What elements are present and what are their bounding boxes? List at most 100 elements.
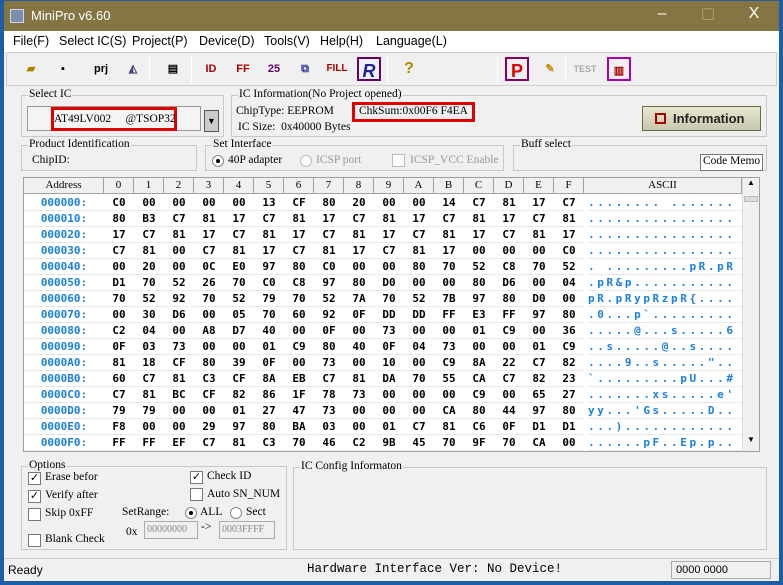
information-button[interactable]: Information	[642, 106, 761, 131]
fill-button[interactable]: FILL	[325, 57, 349, 81]
hex-byte-cell: 81	[494, 195, 524, 211]
ascii-cell: .....@...s.....6	[588, 323, 742, 339]
hex-byte-cell: 17	[464, 227, 494, 243]
blank-check-checkbox[interactable]	[28, 534, 41, 547]
status-counter: 0000 0000	[671, 561, 771, 579]
hex-byte-cell: 17	[374, 227, 404, 243]
open-project-button[interactable]: prj	[89, 57, 113, 81]
ic-dropdown-button[interactable]: ▼	[204, 110, 219, 132]
erase-checkbox[interactable]: ✓	[28, 472, 41, 485]
range-end-input[interactable]: 0003FFFF	[219, 521, 275, 539]
blank-check-button[interactable]: FF	[231, 57, 255, 81]
hex-byte-cell: B3	[134, 211, 164, 227]
row-address: 0000E0:	[24, 419, 104, 435]
hex-byte-cell: C9	[284, 339, 314, 355]
hex-byte-cell: 00	[284, 355, 314, 371]
hex-byte-cell: C9	[464, 387, 494, 403]
scroll-thumb[interactable]	[744, 196, 758, 202]
chip-type: ChipType: EEPROM	[236, 105, 334, 117]
save-icon[interactable]: ▪	[51, 57, 75, 81]
hex-byte-cell: 00	[224, 195, 254, 211]
ic-name-field[interactable]: AT49LV002 @TSOP32	[27, 106, 201, 131]
checksum: ChkSum:0x00F6 F4EA	[352, 102, 475, 122]
adapter-radio[interactable]	[212, 155, 224, 167]
edit-icon[interactable]: ✎	[538, 57, 562, 81]
hex-byte-cell: C7	[494, 371, 524, 387]
verify-checkbox[interactable]: ✓	[28, 490, 41, 503]
open-icon[interactable]: ▰	[19, 57, 43, 81]
hex-byte-cell: 17	[344, 243, 374, 259]
icsp-label: ICSP port	[316, 154, 362, 166]
title-bar: MiniPro v6.60 – ☐ X	[4, 1, 779, 31]
hex-byte-cell: 00	[194, 403, 224, 419]
menu-language[interactable]: Language(L)	[376, 34, 447, 48]
set-interface-legend: Set Interface	[212, 138, 273, 150]
hex-byte-cell: 52	[464, 259, 494, 275]
auto-sn-checkbox[interactable]	[190, 488, 203, 501]
hex-byte-cell: C7	[224, 227, 254, 243]
program-icon[interactable]: ⧉	[293, 57, 317, 81]
hex-byte-cell: 17	[284, 227, 314, 243]
scroll-up-icon[interactable]: ▲	[743, 178, 759, 194]
production-button[interactable]: P	[505, 57, 529, 81]
hex-byte-cell: 73	[314, 403, 344, 419]
menu-tools[interactable]: Tools(V)	[264, 34, 310, 48]
menu-select-ic[interactable]: Select IC(S)	[59, 34, 126, 48]
hex-byte-cell: 82	[554, 355, 584, 371]
hex-byte-cell: C7	[464, 195, 494, 211]
minimize-button[interactable]: –	[642, 5, 682, 27]
hex-byte-cell: 81	[374, 211, 404, 227]
hex-grid[interactable]: ▲ ▼ Address 0 1 2 3 4 5 6 7 8 9 A B C D E F ASCII 000000: C…	[23, 177, 760, 452]
hex-byte-cell: C7	[164, 211, 194, 227]
hex-byte-cell: CF	[284, 195, 314, 211]
check-id-checkbox[interactable]: ✓	[190, 471, 203, 484]
row-address: 000080:	[24, 323, 104, 339]
close-button[interactable]: X	[734, 5, 774, 27]
menu-file[interactable]: File(F)	[13, 34, 49, 48]
menu-project[interactable]: Project(P)	[132, 34, 188, 48]
help-button[interactable]: ?	[397, 57, 421, 81]
range-sect-radio[interactable]	[230, 507, 242, 519]
hex-byte-cell: 70	[494, 435, 524, 451]
buffer-icon[interactable]: ▤	[161, 57, 185, 81]
hex-byte-cell: 00	[344, 259, 374, 275]
hex-byte-cell: C7	[134, 371, 164, 387]
icsp-radio[interactable]	[300, 155, 312, 167]
range-start-input[interactable]: 00000000	[144, 521, 198, 539]
icsp-vcc-label: ICSP_VCC Enable	[410, 154, 499, 166]
code-memo-tab[interactable]: Code Memo	[700, 154, 764, 171]
hex-byte-cell: 00	[344, 323, 374, 339]
vertical-scrollbar[interactable]: ▲ ▼	[742, 178, 759, 451]
hex-byte-cell: 79	[254, 291, 284, 307]
ascii-cell: `.........pU...#	[588, 371, 742, 387]
hex-byte-cell: D7	[224, 323, 254, 339]
menu-device[interactable]: Device(D)	[199, 34, 255, 48]
hex-byte-cell: CF	[194, 387, 224, 403]
hex-byte-cell: 97	[224, 419, 254, 435]
ascii-cell: ...)............	[588, 419, 742, 435]
hex-byte-cell: 03	[134, 339, 164, 355]
hex-byte-cell: 17	[224, 211, 254, 227]
hex-byte-cell: 17	[314, 211, 344, 227]
save-project-icon[interactable]: ◭	[121, 57, 145, 81]
hex-byte-cell: 70	[254, 307, 284, 323]
verify-button[interactable]: R	[357, 57, 381, 81]
chip-icon[interactable]: ▥	[607, 57, 631, 81]
range-sect-label: Sect	[246, 506, 266, 518]
hex-byte-cell: 73	[314, 355, 344, 371]
hex-byte-cell: 01	[224, 403, 254, 419]
hex-byte-cell: 81	[464, 211, 494, 227]
menu-help[interactable]: Help(H)	[320, 34, 363, 48]
test-button[interactable]: TEST	[573, 57, 597, 81]
read-id-button[interactable]: ID	[199, 57, 223, 81]
hex-byte-cell: 17	[404, 211, 434, 227]
scroll-down-icon[interactable]: ▼	[743, 435, 759, 451]
maximize-button[interactable]: ☐	[688, 5, 728, 27]
hex-byte-cell: 73	[374, 323, 404, 339]
icsp-vcc-checkbox[interactable]	[392, 154, 405, 167]
range-all-radio[interactable]	[185, 507, 197, 519]
read-button[interactable]: 25	[262, 57, 286, 81]
hex-byte-cell: 46	[314, 435, 344, 451]
skip-ff-checkbox[interactable]	[28, 508, 41, 521]
hex-byte-cell: C0	[104, 195, 134, 211]
